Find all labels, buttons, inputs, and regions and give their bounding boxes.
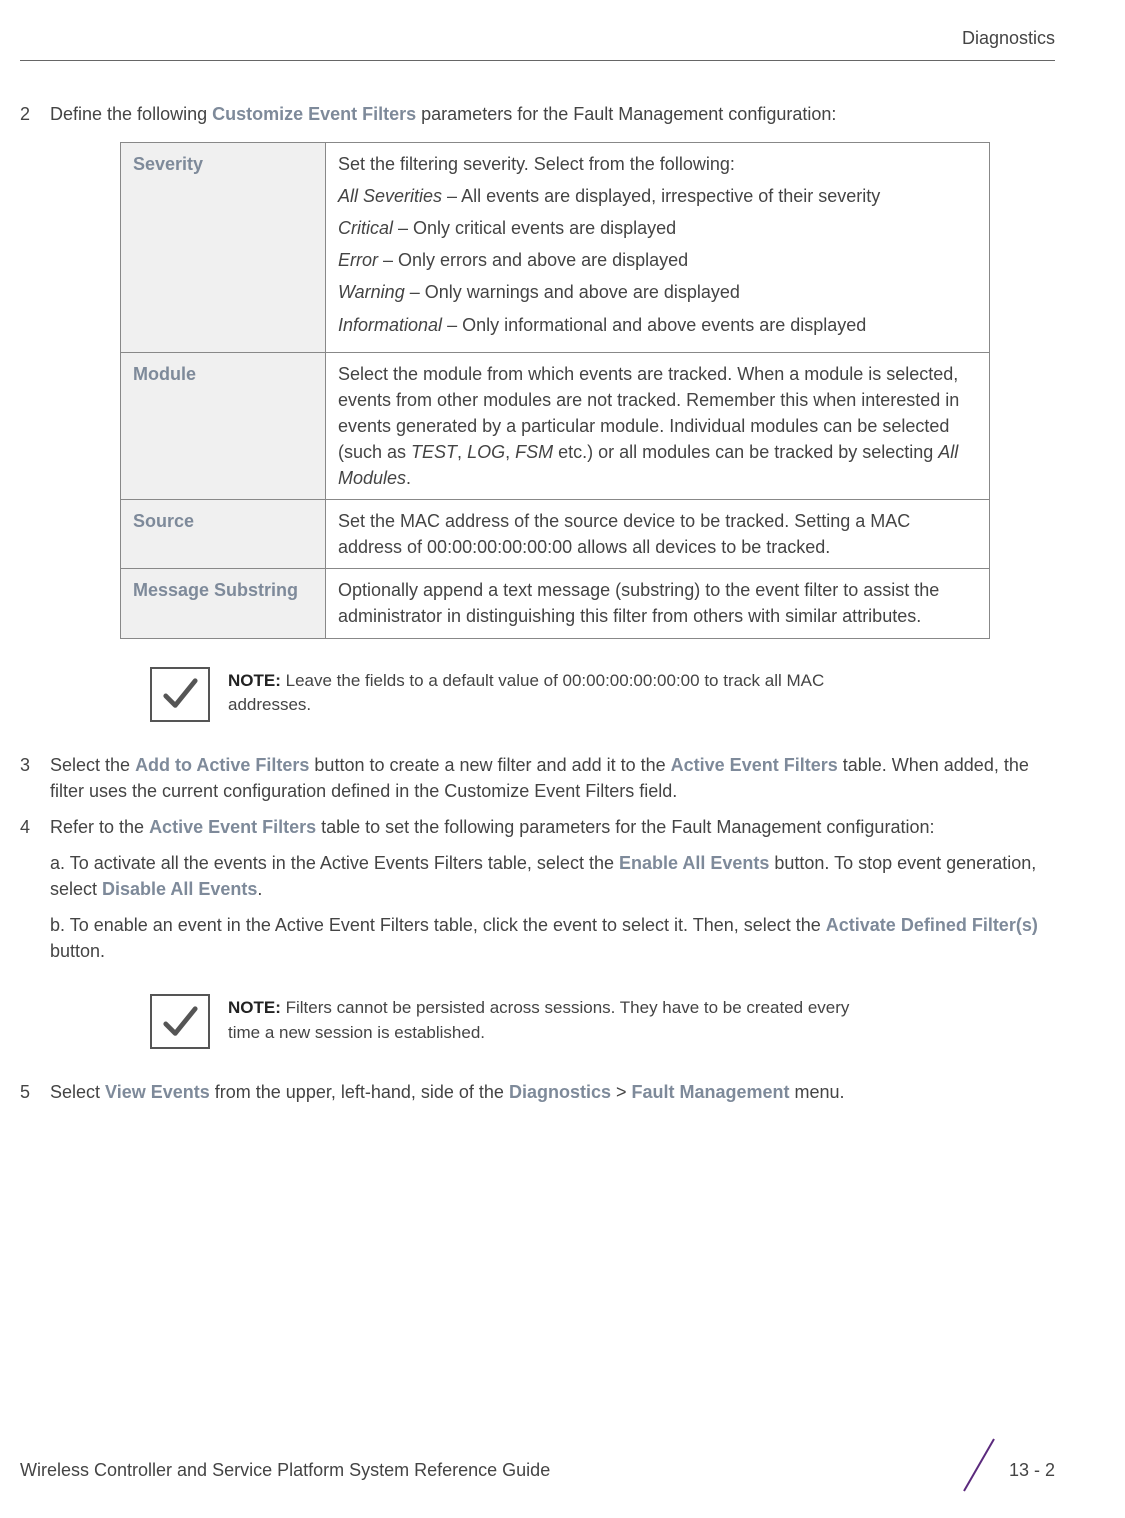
checkmark-icon bbox=[150, 994, 210, 1049]
step-number: 5 bbox=[20, 1079, 50, 1105]
text: from the upper, left-hand, side of the bbox=[210, 1082, 509, 1102]
desc-module: Select the module from which events are … bbox=[326, 352, 990, 499]
text: table to set the following parameters fo… bbox=[316, 817, 934, 837]
row-message-substring: Message Substring Optionally append a te… bbox=[121, 569, 990, 638]
text: etc.) or all modules can be tracked by s… bbox=[553, 442, 938, 462]
text: Select the bbox=[50, 755, 135, 775]
desc-message-substring: Optionally append a text message (substr… bbox=[326, 569, 990, 638]
desc-source: Set the MAC address of the source device… bbox=[326, 500, 990, 569]
severity-option: Informational – Only informational and a… bbox=[338, 312, 977, 338]
step-body: Select View Events from the upper, left-… bbox=[50, 1079, 1055, 1105]
option-desc: – All events are displayed, irrespective… bbox=[442, 186, 880, 206]
term-activate-defined-filters: Activate Defined Filter(s) bbox=[826, 915, 1038, 935]
page-content: 2 Define the following Customize Event F… bbox=[20, 101, 1105, 1105]
term-add-to-active-filters: Add to Active Filters bbox=[135, 755, 309, 775]
text: button. bbox=[50, 941, 105, 961]
option-desc: – Only warnings and above are displayed bbox=[405, 282, 740, 302]
note-label: NOTE: bbox=[228, 998, 286, 1017]
text: , bbox=[505, 442, 515, 462]
checkmark-icon bbox=[150, 667, 210, 722]
page-number: 13 - 2 bbox=[1009, 1457, 1055, 1483]
option-name: Informational bbox=[338, 315, 442, 335]
text: a. To activate all the events in the Act… bbox=[50, 853, 619, 873]
option-desc: – Only informational and above events ar… bbox=[442, 315, 866, 335]
term-active-event-filters: Active Event Filters bbox=[671, 755, 838, 775]
label-severity: Severity bbox=[121, 143, 326, 353]
substep-b: b. To enable an event in the Active Even… bbox=[50, 912, 1055, 964]
text: . bbox=[406, 468, 411, 488]
text: Define the following bbox=[50, 104, 212, 124]
step-number: 3 bbox=[20, 752, 50, 804]
severity-option: Error – Only errors and above are displa… bbox=[338, 247, 977, 273]
header-rule bbox=[20, 60, 1055, 61]
label-module: Module bbox=[121, 352, 326, 499]
text: parameters for the Fault Management conf… bbox=[416, 104, 836, 124]
row-module: Module Select the module from which even… bbox=[121, 352, 990, 499]
substep-a: a. To activate all the events in the Act… bbox=[50, 850, 1055, 902]
severity-option: Warning – Only warnings and above are di… bbox=[338, 279, 977, 305]
text: Select bbox=[50, 1082, 105, 1102]
text: . bbox=[257, 879, 262, 899]
term-customize-event-filters: Customize Event Filters bbox=[212, 104, 416, 124]
option-desc: – Only errors and above are displayed bbox=[378, 250, 688, 270]
footer-guide-title: Wireless Controller and Service Platform… bbox=[20, 1457, 550, 1483]
footer-accent-line bbox=[963, 1438, 995, 1491]
step-number: 4 bbox=[20, 814, 50, 974]
header-section: Diagnostics bbox=[962, 25, 1055, 51]
option-desc: – Only critical events are displayed bbox=[393, 218, 676, 238]
option-name: All Severities bbox=[338, 186, 442, 206]
label-message-substring: Message Substring bbox=[121, 569, 326, 638]
text: button to create a new filter and add it… bbox=[309, 755, 670, 775]
text-italic: FSM bbox=[515, 442, 553, 462]
step-4: 4 Refer to the Active Event Filters tabl… bbox=[20, 814, 1055, 974]
parameters-table: Severity Set the filtering severity. Sel… bbox=[120, 142, 990, 638]
row-severity: Severity Set the filtering severity. Sel… bbox=[121, 143, 990, 353]
option-name: Warning bbox=[338, 282, 405, 302]
step-body: Refer to the Active Event Filters table … bbox=[50, 814, 1055, 974]
text: b. To enable an event in the Active Even… bbox=[50, 915, 826, 935]
note-body: Filters cannot be persisted across sessi… bbox=[228, 998, 849, 1042]
text: menu. bbox=[790, 1082, 845, 1102]
option-name: Error bbox=[338, 250, 378, 270]
option-name: Critical bbox=[338, 218, 393, 238]
term-active-event-filters: Active Event Filters bbox=[149, 817, 316, 837]
term-disable-all-events: Disable All Events bbox=[102, 879, 257, 899]
severity-option: All Severities – All events are displaye… bbox=[338, 183, 977, 209]
row-source: Source Set the MAC address of the source… bbox=[121, 500, 990, 569]
term-view-events: View Events bbox=[105, 1082, 210, 1102]
step-2: 2 Define the following Customize Event F… bbox=[20, 101, 1055, 127]
note-label: NOTE: bbox=[228, 671, 286, 690]
term-diagnostics: Diagnostics bbox=[509, 1082, 611, 1102]
desc-severity: Set the filtering severity. Select from … bbox=[326, 143, 990, 353]
text-italic: LOG bbox=[467, 442, 505, 462]
severity-option: Critical – Only critical events are disp… bbox=[338, 215, 977, 241]
note-box: NOTE: Leave the fields to a default valu… bbox=[150, 667, 880, 722]
step-number: 2 bbox=[20, 101, 50, 127]
text-italic: TEST bbox=[411, 442, 457, 462]
text: Refer to the bbox=[50, 817, 149, 837]
term-enable-all-events: Enable All Events bbox=[619, 853, 769, 873]
step-body: Define the following Customize Event Fil… bbox=[50, 101, 1055, 127]
footer-page-number: 13 - 2 bbox=[969, 1457, 1055, 1483]
step-5: 5 Select View Events from the upper, lef… bbox=[20, 1079, 1055, 1105]
note-text: NOTE: Filters cannot be persisted across… bbox=[228, 994, 880, 1045]
note-body: Leave the fields to a default value of 0… bbox=[228, 671, 824, 715]
note-text: NOTE: Leave the fields to a default valu… bbox=[228, 667, 880, 718]
text: , bbox=[457, 442, 467, 462]
step-body: Select the Add to Active Filters button … bbox=[50, 752, 1055, 804]
severity-intro: Set the filtering severity. Select from … bbox=[338, 151, 977, 177]
page-footer: Wireless Controller and Service Platform… bbox=[20, 1457, 1055, 1483]
term-fault-management: Fault Management bbox=[632, 1082, 790, 1102]
text: > bbox=[611, 1082, 632, 1102]
step-3: 3 Select the Add to Active Filters butto… bbox=[20, 752, 1055, 804]
label-source: Source bbox=[121, 500, 326, 569]
note-box: NOTE: Filters cannot be persisted across… bbox=[150, 994, 880, 1049]
